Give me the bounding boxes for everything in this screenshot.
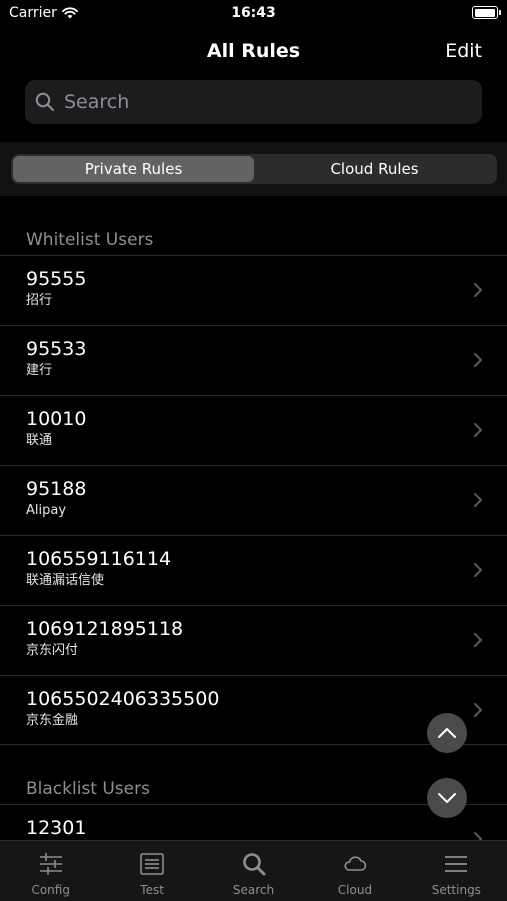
tab-search[interactable]: Search bbox=[203, 841, 304, 901]
clock: 16:43 bbox=[231, 5, 276, 21]
list-item[interactable]: 10010 联通 bbox=[0, 395, 507, 465]
list-item[interactable]: 1069121895118 京东闪付 bbox=[0, 605, 507, 675]
tab-cloud[interactable]: Cloud bbox=[304, 841, 405, 901]
tab-bar: Config Test Search Cloud Settings bbox=[0, 840, 507, 901]
search-icon bbox=[242, 853, 266, 876]
page-title: All Rules bbox=[206, 40, 301, 62]
chevron-right-icon bbox=[474, 703, 482, 717]
tab-label: Cloud bbox=[337, 883, 373, 897]
rule-label: 联通 bbox=[26, 433, 53, 448]
rule-number: 95188 bbox=[26, 478, 87, 500]
tab-config[interactable]: Config bbox=[0, 841, 101, 901]
rule-label: 建行 bbox=[26, 363, 53, 378]
tab-settings[interactable]: Settings bbox=[406, 841, 507, 901]
chevron-right-icon bbox=[474, 353, 482, 367]
rule-number: 95533 bbox=[26, 338, 87, 360]
section-header-whitelist: Whitelist Users bbox=[26, 230, 154, 250]
sliders-icon bbox=[39, 853, 62, 875]
chevron-down-icon bbox=[438, 793, 456, 803]
chevron-right-icon bbox=[474, 493, 482, 507]
tab-test[interactable]: Test bbox=[101, 841, 202, 901]
list-item[interactable]: 106559116114 联通漏话信使 bbox=[0, 535, 507, 605]
list-item[interactable]: 95188 Alipay bbox=[0, 465, 507, 535]
tab-label: Test bbox=[140, 883, 164, 897]
tab-label: Config bbox=[31, 883, 70, 897]
search-icon bbox=[35, 92, 55, 112]
scroll-up-button[interactable] bbox=[427, 713, 467, 753]
status-bar: Carrier 16:43 bbox=[0, 0, 507, 28]
menu-icon bbox=[445, 856, 468, 872]
rule-label: 联通漏话信使 bbox=[26, 573, 105, 588]
search-bar[interactable] bbox=[25, 80, 482, 124]
search-input[interactable] bbox=[62, 90, 482, 114]
rule-label: 招行 bbox=[26, 293, 53, 308]
tab-label: Search bbox=[232, 883, 275, 897]
rule-number: 95555 bbox=[26, 268, 87, 290]
rules-segmented-control: Private Rules Cloud Rules bbox=[11, 154, 497, 184]
cloud-icon bbox=[344, 856, 367, 871]
rule-number: 1069121895118 bbox=[26, 618, 184, 640]
rule-number: 106559116114 bbox=[26, 548, 172, 570]
edit-button[interactable]: Edit bbox=[445, 40, 482, 62]
chevron-right-icon bbox=[474, 563, 482, 577]
chevron-right-icon bbox=[474, 633, 482, 647]
rule-label: Alipay bbox=[26, 503, 67, 518]
chevron-right-icon bbox=[474, 423, 482, 437]
scroll-down-button[interactable] bbox=[427, 778, 467, 818]
chevron-right-icon bbox=[474, 283, 482, 297]
segment-cloud-rules[interactable]: Cloud Rules bbox=[254, 156, 495, 182]
chevron-right-icon bbox=[474, 832, 482, 840]
rule-number: 10010 bbox=[26, 408, 87, 430]
segment-private-rules[interactable]: Private Rules bbox=[13, 156, 254, 182]
list-item[interactable]: 95555 招行 bbox=[0, 255, 507, 325]
segment-container: Private Rules Cloud Rules bbox=[0, 142, 507, 196]
tab-label: Settings bbox=[431, 883, 481, 897]
rule-label: 京东闪付 bbox=[26, 643, 79, 658]
chevron-up-icon bbox=[438, 728, 456, 738]
battery-icon bbox=[472, 6, 501, 19]
list-box-icon bbox=[140, 853, 164, 875]
rule-number: 12301 bbox=[26, 817, 87, 839]
rule-number: 1065502406335500 bbox=[26, 688, 220, 710]
list-item[interactable]: 95533 建行 bbox=[0, 325, 507, 395]
